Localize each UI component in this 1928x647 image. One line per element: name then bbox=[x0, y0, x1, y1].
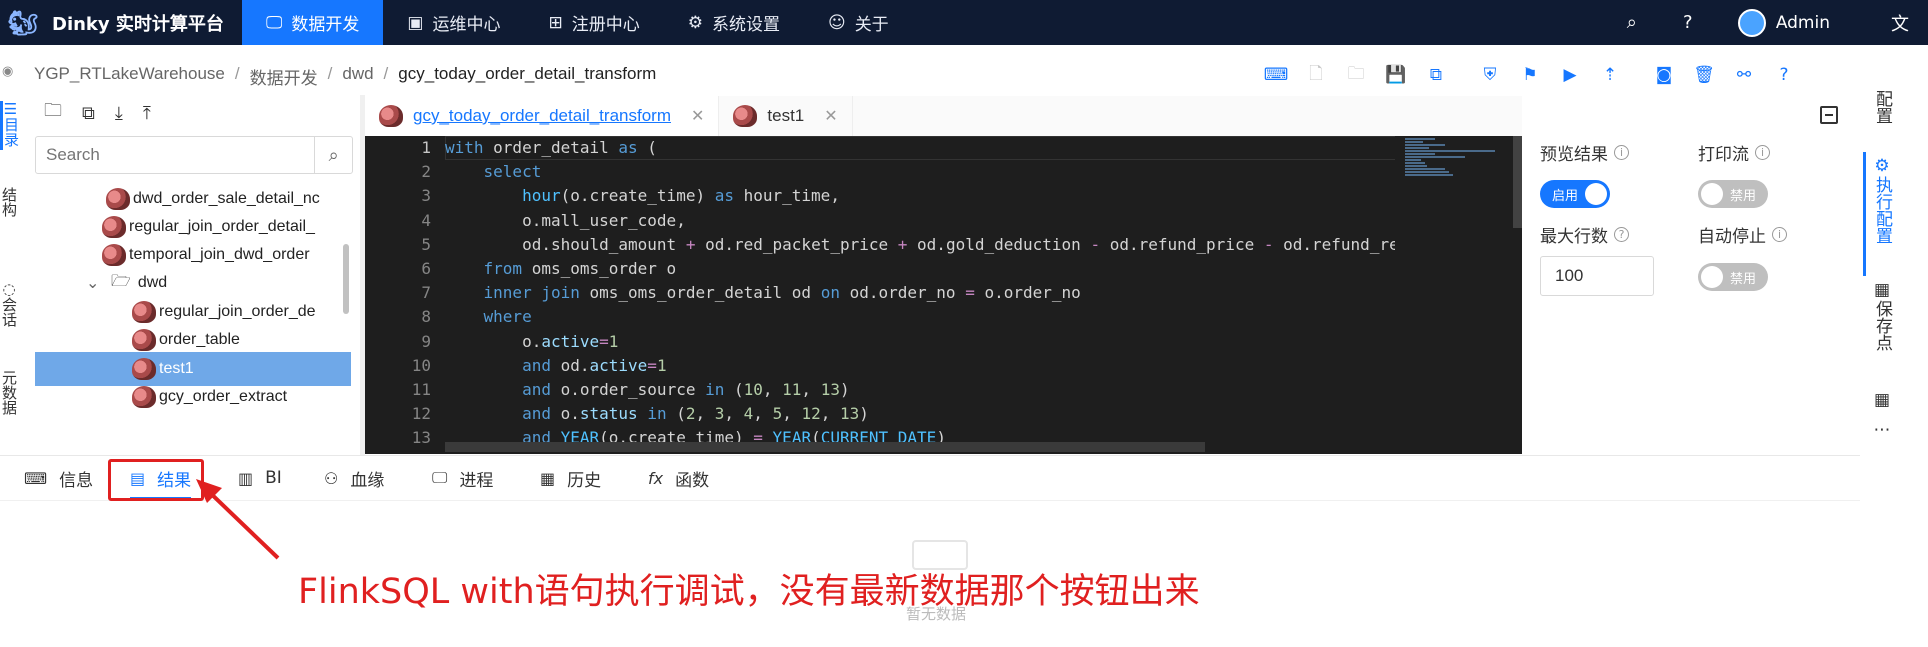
annotation-arrow bbox=[196, 479, 280, 560]
annotation-text: FlinkSQL with语句执行调试，没有最新数据那个按钮出来 bbox=[298, 572, 1200, 612]
